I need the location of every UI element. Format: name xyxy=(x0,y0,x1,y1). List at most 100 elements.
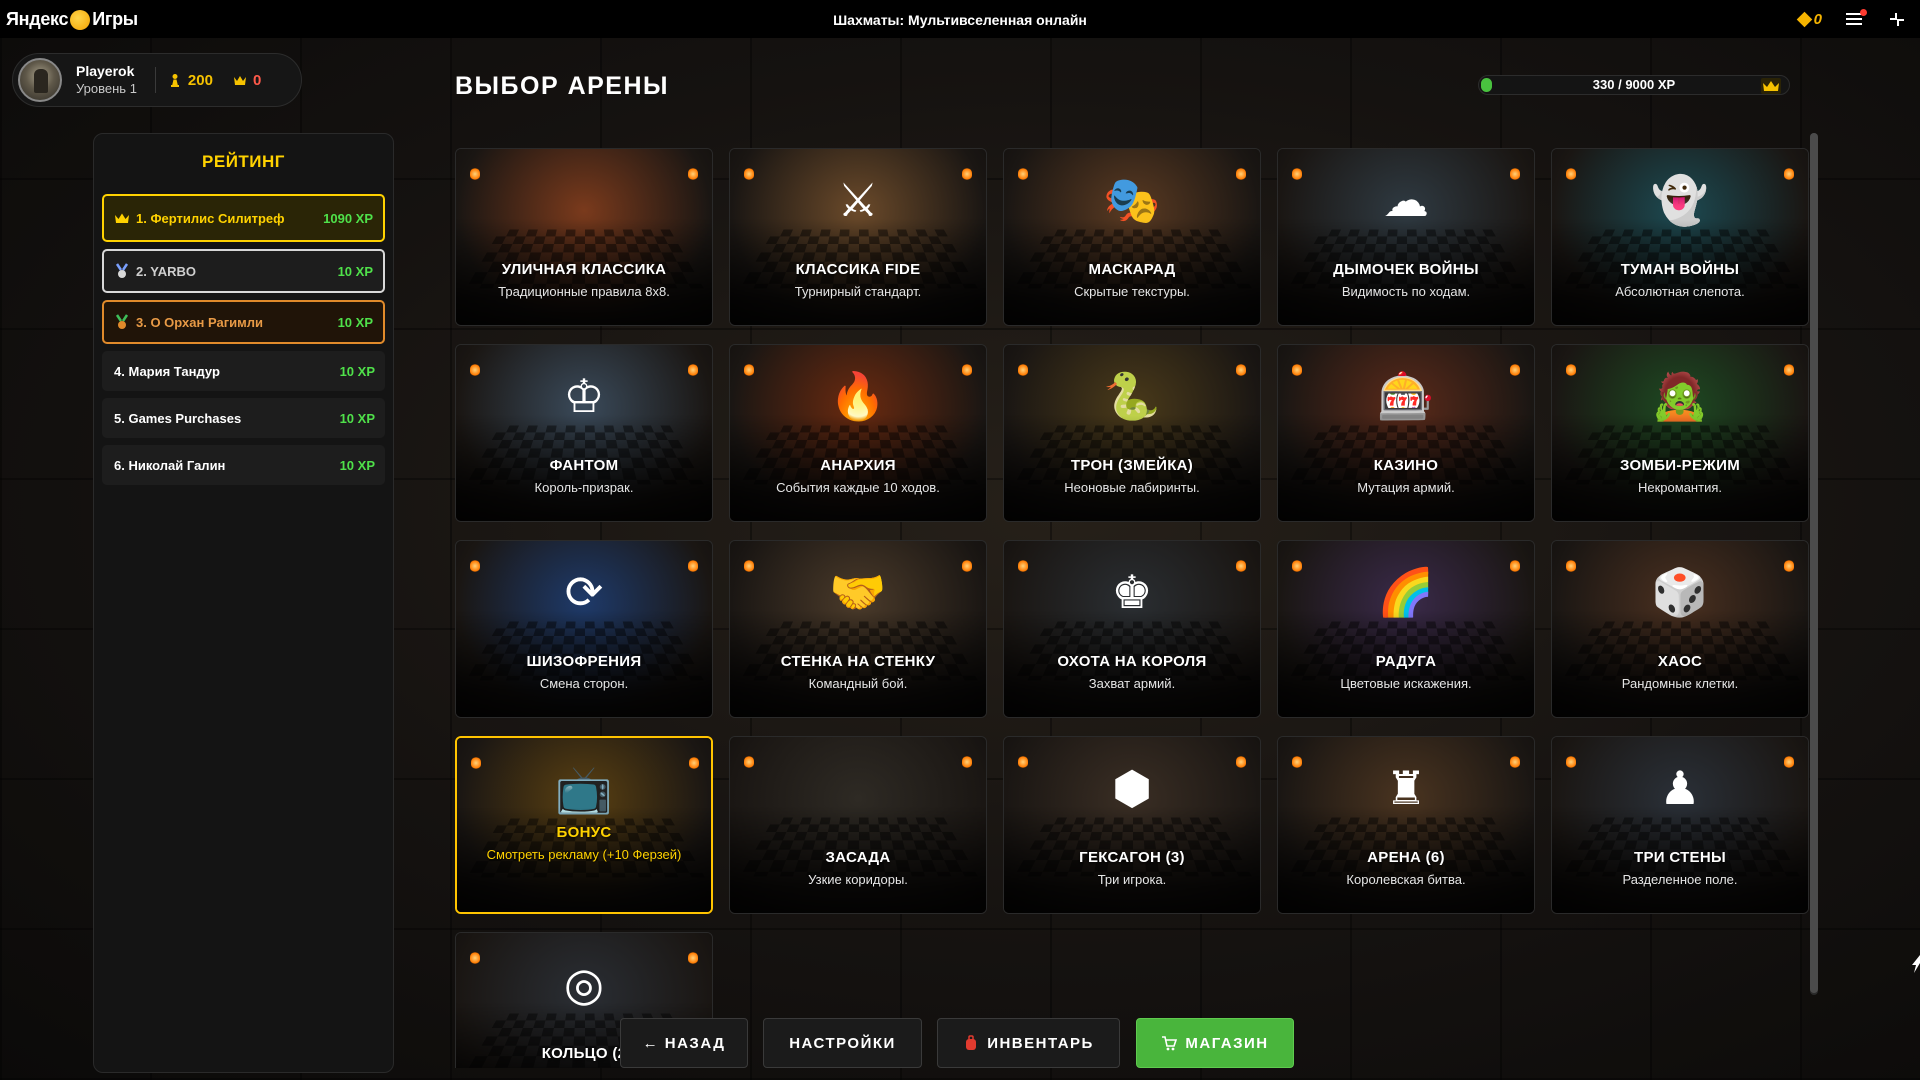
player-level: Уровень 1 xyxy=(76,81,137,96)
rating-player-xp: 10 XP xyxy=(337,263,373,279)
brand-suffix: Игры xyxy=(92,8,138,29)
brand-prefix: Яндекс xyxy=(6,8,69,29)
menu-icon[interactable] xyxy=(1846,9,1867,26)
inventory-button[interactable]: ИНВЕНТАРЬ xyxy=(937,1018,1120,1068)
arena-title: ЗОМБИ-РЕЖИМ xyxy=(1619,457,1741,474)
arena-title: КЛАССИКА FIDE xyxy=(795,261,921,278)
rating-row[interactable]: 5. Games Purchases 10 XP xyxy=(102,398,385,438)
arena-card[interactable]: 🎭МАСКАРАДСкрытые текстуры. xyxy=(1003,148,1261,326)
arena-description: События каждые 10 ходов. xyxy=(776,480,940,495)
arena-title: РАДУГА xyxy=(1375,653,1437,670)
window-title: Шахматы: Мультивселенная онлайн xyxy=(833,12,1087,28)
arena-card[interactable]: 🧟ЗОМБИ-РЕЖИМНекромантия. xyxy=(1551,344,1809,522)
crown-count: 0 xyxy=(252,71,262,89)
rating-player-name: 2. YARBO xyxy=(136,263,196,279)
crown-icon xyxy=(1761,78,1781,94)
rating-panel: РЕЙТИНГ 1. Фертилис Силитреф 1090 XP 2. … xyxy=(93,133,394,1073)
rating-row[interactable]: 1. Фертилис Силитреф 1090 XP xyxy=(102,194,385,242)
arena-description: Королевская битва. xyxy=(1346,872,1466,887)
collapse-icon[interactable] xyxy=(1888,10,1906,28)
rating-player-name: 5. Games Purchases xyxy=(114,410,242,426)
arena-description: Король-призрак. xyxy=(534,480,634,495)
arena-title: ХАОС xyxy=(1657,653,1703,670)
arena-card[interactable]: ☁ДЫМОЧЕК ВОЙНЫВидимость по ходам. xyxy=(1277,148,1535,326)
bronze-medal-icon xyxy=(115,314,129,329)
arena-description: Смена сторон. xyxy=(539,676,629,691)
silver-medal-icon xyxy=(115,263,129,278)
arena-title: ТУМАН ВОЙНЫ xyxy=(1620,261,1740,278)
mouse-cursor-icon xyxy=(1912,955,1920,973)
arena-card[interactable]: 🔥АНАРХИЯСобытия каждые 10 ходов. xyxy=(729,344,987,522)
arena-card[interactable]: 🤝СТЕНКА НА СТЕНКУКомандный бой. xyxy=(729,540,987,718)
scrollbar-thumb[interactable] xyxy=(1810,133,1818,993)
xp-progress-bar: 330 / 9000 XP xyxy=(1478,75,1790,95)
arena-card[interactable]: ♔ФАНТОМКороль-призрак. xyxy=(455,344,713,522)
arena-card[interactable]: 🎰КАЗИНОМутация армий. xyxy=(1277,344,1535,522)
crown-counter: 0 xyxy=(233,72,261,89)
rating-list: 1. Фертилис Силитреф 1090 XP 2. YARBO 10… xyxy=(94,194,393,485)
arena-card[interactable]: ♚ОХОТА НА КОРОЛЯЗахват армий. xyxy=(1003,540,1261,718)
arena-title: ТРИ СТЕНЫ xyxy=(1634,849,1726,866)
back-button[interactable]: ← НАЗАД xyxy=(620,1018,748,1068)
arena-scrollbar[interactable] xyxy=(1810,133,1818,995)
arena-title: АРЕНА (6) xyxy=(1367,849,1445,866)
shop-label: МАГАЗИН xyxy=(1185,1034,1269,1052)
rating-player-xp: 10 XP xyxy=(339,410,375,426)
arena-description: Захват армий. xyxy=(1088,676,1176,691)
arena-card[interactable]: 🐍ТРОН (ЗМЕЙКА)Неоновые лабиринты. xyxy=(1003,344,1261,522)
arena-title: СТЕНКА НА СТЕНКУ xyxy=(780,653,936,670)
arena-card[interactable]: ⟳ШИЗОФРЕНИЯСмена сторон. xyxy=(455,540,713,718)
rating-player-name: 3. О Орхан Рагимли xyxy=(136,314,263,330)
player-profile[interactable]: Playerok Уровень 1 200 0 xyxy=(12,53,302,107)
arena-description: Мутация армий. xyxy=(1357,480,1455,495)
arena-card[interactable]: ⚔КЛАССИКА FIDEТурнирный стандарт. xyxy=(729,148,987,326)
arena-title: ОХОТА НА КОРОЛЯ xyxy=(1057,653,1207,670)
rating-player-xp: 10 XP xyxy=(339,363,375,379)
arena-grid: УЛИЧНАЯ КЛАССИКА Традиционные правила 8x8… xyxy=(455,148,1817,1068)
yan-diamond-icon xyxy=(1796,11,1812,27)
rating-row[interactable]: 3. О Орхан Рагимли 10 XP xyxy=(102,300,385,344)
settings-button[interactable]: НАСТРОЙКИ xyxy=(763,1018,922,1068)
yan-balance-value: 0 xyxy=(1813,10,1822,28)
arena-card[interactable]: 🎲ХАОСРандомные клетки. xyxy=(1551,540,1809,718)
arena-card[interactable]: 👻ТУМАН ВОЙНЫАбсолютная слепота. xyxy=(1551,148,1809,326)
rating-row[interactable]: 4. Мария Тандур 10 XP xyxy=(102,351,385,391)
arena-title: МАСКАРАД xyxy=(1088,261,1176,278)
arena-card[interactable]: 🌈РАДУГАЦветовые искажения. xyxy=(1277,540,1535,718)
pawn-counter: 200 xyxy=(168,72,213,89)
yandex-games-logo[interactable]: Яндекс Игры xyxy=(6,0,138,38)
avatar xyxy=(18,58,62,102)
arena-card[interactable]: ♟ТРИ СТЕНЫРазделенное поле. xyxy=(1551,736,1809,914)
arena-card[interactable]: 📺БОНУССмотреть рекламу (+10 Ферзей) xyxy=(455,736,713,914)
arena-title: КАЗИНО xyxy=(1373,457,1439,474)
arena-card[interactable]: УЛИЧНАЯ КЛАССИКА Традиционные правила 8x8… xyxy=(455,148,713,326)
arena-description: Скрытые текстуры. xyxy=(1074,284,1190,299)
page-title: ВЫБОР АРЕНЫ xyxy=(455,72,669,100)
arena-description: Рандомные клетки. xyxy=(1621,676,1739,691)
arena-description: Три игрока. xyxy=(1097,872,1167,887)
top-bar: Яндекс Игры Шахматы: Мультивселенная онл… xyxy=(0,0,1920,38)
arena-card[interactable]: ♜АРЕНА (6)Королевская битва. xyxy=(1277,736,1535,914)
smile-icon xyxy=(70,10,91,30)
arena-description: Разделенное поле. xyxy=(1622,872,1738,887)
arena-title: ДЫМОЧЕК ВОЙНЫ xyxy=(1333,261,1479,278)
arena-title: ФАНТОМ xyxy=(549,457,619,474)
rating-player-xp: 1090 XP xyxy=(323,210,373,226)
rating-player-xp: 10 XP xyxy=(339,457,375,473)
arena-title: ТРОН (ЗМЕЙКА) xyxy=(1070,457,1194,474)
yan-balance[interactable]: 0 xyxy=(1796,10,1822,28)
pawn-icon xyxy=(170,74,179,87)
shop-button[interactable]: МАГАЗИН xyxy=(1136,1018,1294,1068)
rating-title: РЕЙТИНГ xyxy=(202,152,285,171)
crown-icon xyxy=(233,76,246,85)
rating-player-name: 1. Фертилис Силитреф xyxy=(136,210,285,226)
rating-row[interactable]: 6. Николай Галин 10 XP xyxy=(102,445,385,485)
rating-row[interactable]: 2. YARBO 10 XP xyxy=(102,249,385,293)
arena-card[interactable]: ⬢ГЕКСАГОН (3)Три игрока. xyxy=(1003,736,1261,914)
rating-player-name: 4. Мария Тандур xyxy=(114,363,220,379)
arena-card[interactable]: ЗАСАДА Узкие коридоры. xyxy=(729,736,987,914)
arena-description: Неоновые лабиринты. xyxy=(1064,480,1200,495)
arena-title: БОНУС xyxy=(556,824,612,841)
player-name: Playerok xyxy=(76,63,135,79)
arena-description: Турнирный стандарт. xyxy=(794,284,922,299)
